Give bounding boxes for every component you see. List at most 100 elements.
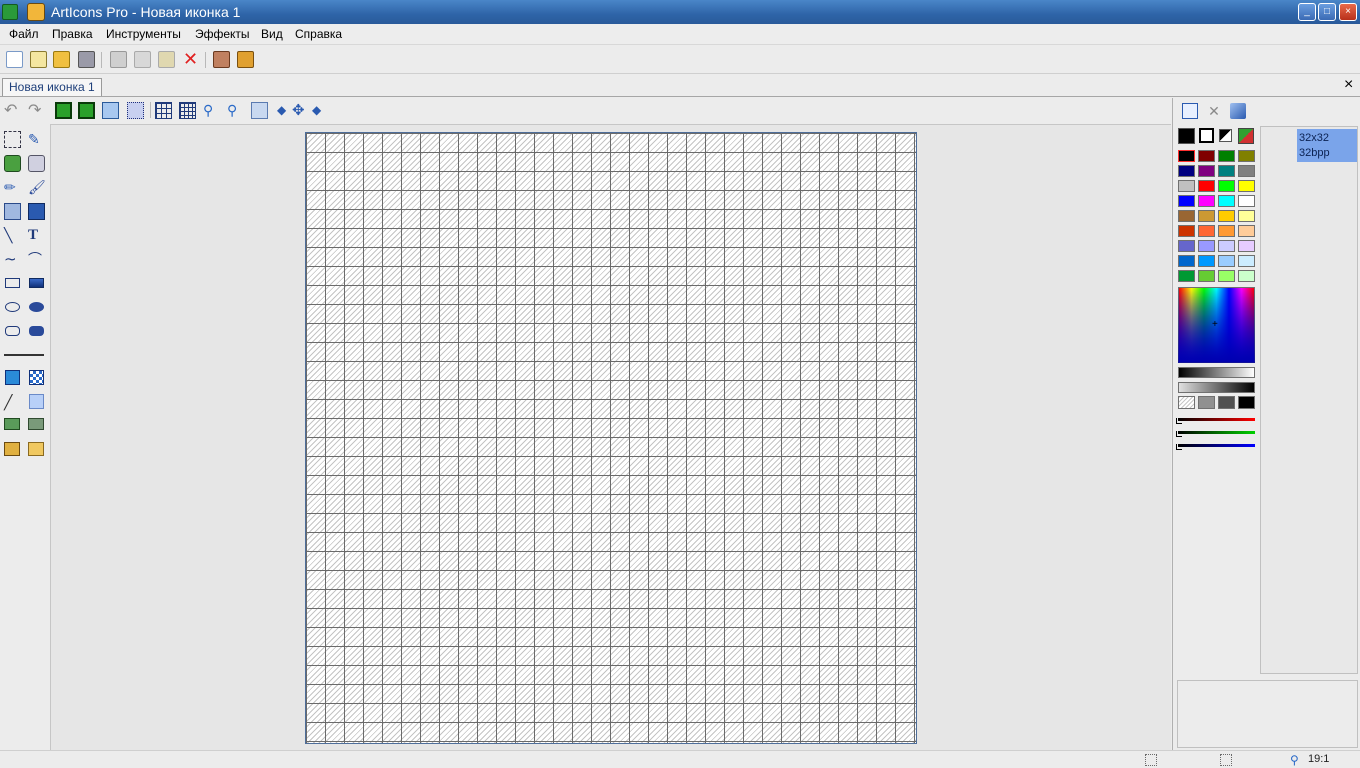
palette-swatch[interactable] — [1178, 165, 1195, 177]
eyedropper-icon[interactable]: ✎ — [28, 131, 45, 148]
menu-tools[interactable]: Инструменты — [106, 27, 181, 41]
palette-swatch[interactable] — [1178, 240, 1195, 252]
glow-mode-icon[interactable] — [29, 394, 44, 409]
swap-colors-icon[interactable] — [1219, 129, 1232, 142]
palette-swatch[interactable] — [1178, 225, 1195, 237]
zoom-out-icon[interactable]: ⚲ — [227, 102, 244, 119]
stroke-mode-icon[interactable]: ╱ — [4, 394, 21, 411]
eraser-tool-icon[interactable] — [28, 155, 45, 172]
palette-swatch[interactable] — [1218, 210, 1235, 222]
palette-swatch[interactable] — [1238, 180, 1255, 192]
brush-icon[interactable]: 🖌 — [28, 179, 46, 196]
menu-file[interactable]: Файл — [9, 27, 39, 41]
arc-tool-icon[interactable]: ⌒ — [28, 251, 45, 268]
arrow-right-icon[interactable]: ◆ — [312, 102, 324, 119]
antialias-icon[interactable] — [251, 102, 268, 119]
close-tab-button[interactable]: × — [1344, 76, 1353, 94]
blue-slider[interactable] — [1178, 444, 1255, 447]
rounded-rect-icon[interactable] — [5, 326, 20, 336]
menu-effects[interactable]: Эффекты — [195, 27, 250, 41]
palette-swatch[interactable] — [1218, 240, 1235, 252]
zoom-in-icon[interactable]: ⚲ — [203, 102, 220, 119]
filled-ellipse-icon[interactable] — [29, 302, 44, 312]
palette-swatch[interactable] — [1218, 150, 1235, 162]
foreground-color-swatch[interactable] — [1178, 128, 1195, 144]
minimize-button[interactable]: _ — [1298, 3, 1316, 21]
layer-front-icon[interactable] — [4, 418, 20, 430]
fill-mode-icon[interactable] — [5, 370, 20, 385]
ellipse-icon[interactable] — [5, 302, 20, 312]
layer-fill-icon[interactable] — [55, 102, 72, 119]
menu-view[interactable]: Вид — [261, 27, 283, 41]
new-from-template-icon[interactable] — [30, 51, 47, 68]
fill-eraser-icon[interactable] — [4, 155, 21, 172]
palette-swatch[interactable] — [1178, 195, 1195, 207]
green-slider-thumb[interactable] — [1176, 431, 1182, 437]
resources-icon[interactable] — [213, 51, 230, 68]
alpha-swatch[interactable] — [1218, 396, 1235, 409]
curve-tool-icon[interactable]: ∼ — [4, 251, 21, 268]
red-slider-thumb[interactable] — [1176, 418, 1182, 424]
menu-edit[interactable]: Правка — [52, 27, 93, 41]
palette-swatch[interactable] — [1238, 165, 1255, 177]
layer-frame-icon[interactable] — [78, 102, 95, 119]
gray-ramp[interactable] — [1178, 367, 1255, 378]
color-mode-icon[interactable] — [1238, 128, 1254, 144]
undo-icon[interactable]: ↶ — [4, 102, 21, 119]
filled-rounded-rect-icon[interactable] — [29, 326, 44, 336]
palette-swatch[interactable] — [1238, 195, 1255, 207]
palette-swatch[interactable] — [1238, 210, 1255, 222]
palette-swatch[interactable] — [1218, 270, 1235, 282]
palette-swatch[interactable] — [1218, 180, 1235, 192]
palette-swatch[interactable] — [1198, 225, 1215, 237]
palette-swatch[interactable] — [1218, 255, 1235, 267]
cut-icon[interactable] — [110, 51, 127, 68]
filled-rectangle-icon[interactable] — [29, 278, 44, 288]
palette-swatch[interactable] — [1178, 270, 1195, 282]
palette-swatch[interactable] — [1238, 240, 1255, 252]
open-folder-icon[interactable] — [53, 51, 70, 68]
alpha-ramp[interactable] — [1178, 382, 1255, 393]
palette-swatch[interactable] — [1238, 225, 1255, 237]
new-file-icon[interactable] — [6, 51, 23, 68]
palette-swatch[interactable] — [1198, 180, 1215, 192]
redo-icon[interactable]: ↷ — [28, 102, 45, 119]
pencil-icon[interactable]: ✏ — [4, 179, 21, 196]
line-width-selector[interactable] — [4, 354, 44, 356]
red-slider[interactable] — [1178, 418, 1255, 421]
palette-swatch[interactable] — [1218, 195, 1235, 207]
remove-format-icon[interactable]: ✕ — [1206, 103, 1222, 119]
layer-3d-icon[interactable] — [102, 102, 119, 119]
text-tool-icon[interactable]: T — [28, 227, 45, 244]
tab-document[interactable]: Новая иконка 1 — [2, 78, 102, 96]
copy-icon[interactable] — [134, 51, 151, 68]
palette-swatch[interactable] — [1198, 270, 1215, 282]
layer-back-icon[interactable] — [28, 418, 44, 430]
save-icon[interactable] — [78, 51, 95, 68]
palette-swatch[interactable] — [1198, 240, 1215, 252]
palette-swatch[interactable] — [1178, 150, 1195, 162]
close-window-button[interactable]: × — [1339, 3, 1357, 21]
gradient-fill-icon[interactable] — [4, 203, 21, 220]
palette-swatch[interactable] — [1218, 225, 1235, 237]
icon-editing-canvas[interactable] — [305, 132, 917, 744]
select-all-icon[interactable] — [127, 102, 144, 119]
transparent-color-icon[interactable] — [1199, 128, 1214, 143]
palette-swatch[interactable] — [1198, 165, 1215, 177]
palette-swatch[interactable] — [1218, 165, 1235, 177]
palette-swatch[interactable] — [1198, 255, 1215, 267]
grid-icon[interactable] — [155, 102, 172, 119]
palette-swatch[interactable] — [1178, 210, 1195, 222]
system-menu-icon[interactable] — [2, 4, 18, 20]
move-icon[interactable]: ✥ — [292, 102, 306, 119]
unlock-icon[interactable] — [28, 442, 44, 456]
alpha-swatch[interactable] — [1178, 396, 1195, 409]
palette-swatch[interactable] — [1198, 210, 1215, 222]
add-format-icon[interactable] — [1182, 103, 1198, 119]
bucket-fill-icon[interactable] — [28, 203, 45, 220]
palette-swatch[interactable] — [1198, 150, 1215, 162]
lock-icon[interactable] — [4, 442, 20, 456]
alpha-swatch[interactable] — [1238, 396, 1255, 409]
palette-swatch[interactable] — [1238, 270, 1255, 282]
palette-swatch[interactable] — [1238, 150, 1255, 162]
